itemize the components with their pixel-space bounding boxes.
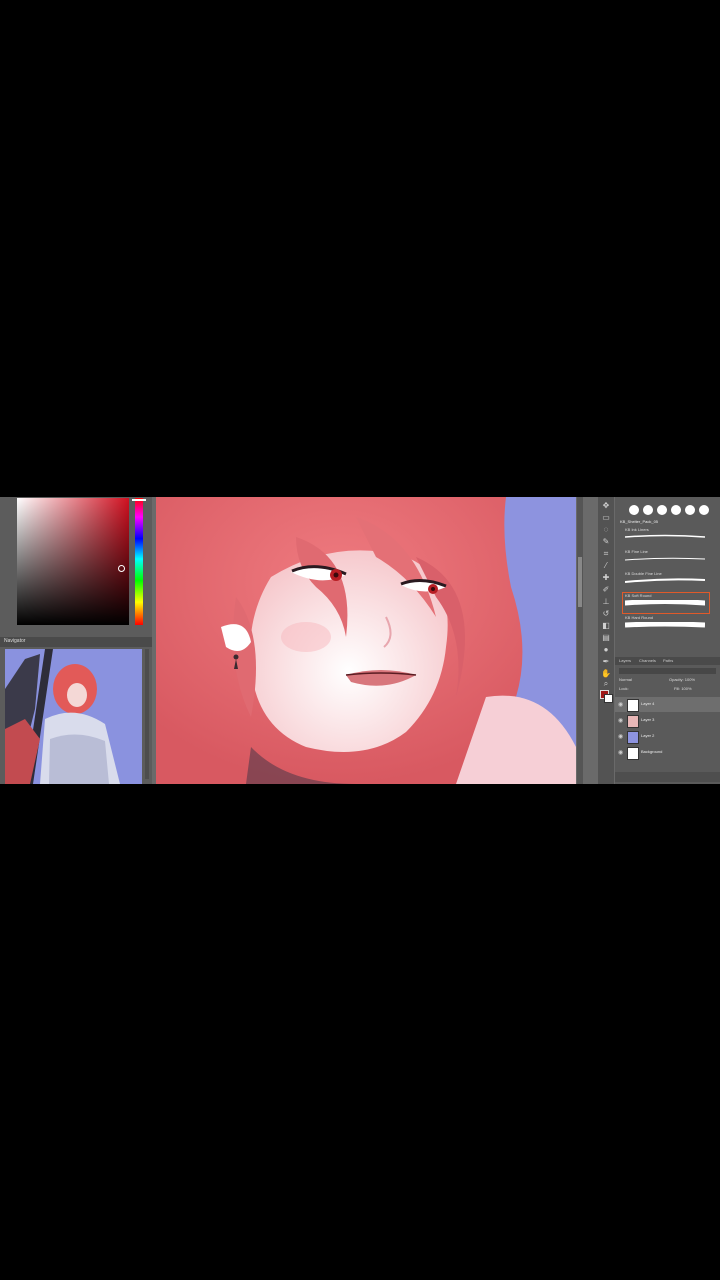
hue-slider[interactable] — [135, 498, 143, 625]
fill-field[interactable]: Fill: 100% — [674, 686, 692, 691]
document-canvas[interactable] — [156, 497, 576, 784]
history-brush-icon[interactable]: ↺ — [601, 609, 611, 619]
brush-preset-1[interactable] — [629, 505, 639, 515]
healing-icon[interactable]: ✚ — [601, 573, 611, 583]
brush-preset-2[interactable] — [643, 505, 653, 515]
brush-name: KB Double Fine Line — [625, 571, 662, 576]
color-cursor[interactable] — [118, 565, 125, 572]
right-panel: KB_Shelter_Pack_05 KB Ink Liners KB Fine… — [615, 497, 720, 784]
tab-channels[interactable]: Channels — [639, 658, 656, 663]
canvas-scrollbar[interactable] — [577, 497, 583, 784]
layer-thumbnail — [627, 747, 639, 760]
brush-preset-6[interactable] — [699, 505, 709, 515]
layer-row[interactable]: ◉ Layer 4 — [615, 697, 720, 712]
brush-name: KB Soft Round — [625, 593, 652, 598]
brush-stroke-preview — [625, 622, 705, 628]
eye-icon[interactable]: ◉ — [618, 733, 623, 740]
marquee-icon[interactable]: ▭ — [601, 513, 611, 523]
photoshop-window: Navigator ✥ ▭ ◌ ✎ ⌗ ⁄ ✚ ✐ ⊥ ↺ ◧ ▤ ● ✒ ✋ … — [0, 497, 720, 784]
left-panel: Navigator — [0, 497, 152, 784]
move-icon[interactable]: ✥ — [601, 501, 611, 511]
layer-row[interactable]: ◉ Layer 3 — [615, 713, 720, 728]
blend-row: Normal Opacity: 100% — [619, 677, 716, 683]
eyedropper-icon[interactable]: ⁄ — [601, 561, 611, 571]
gradient-icon[interactable]: ▤ — [601, 633, 611, 643]
eye-icon[interactable]: ◉ — [618, 749, 623, 756]
brush-name: KB Ink Liners — [625, 527, 649, 532]
layer-name: Layer 4 — [641, 701, 655, 706]
layer-thumbnail — [627, 715, 639, 728]
eye-icon[interactable]: ◉ — [618, 717, 623, 724]
layer-list: ◉ Layer 4 ◉ Layer 3 ◉ Layer 2 ◉ Backgrou… — [615, 697, 720, 767]
crop-icon[interactable]: ⌗ — [601, 549, 611, 559]
background-color-swatch[interactable] — [604, 694, 613, 703]
brush-list: KB Ink Liners KB Fine Line KB Double Fin… — [622, 527, 710, 652]
brush-stroke-preview — [625, 534, 705, 538]
hue-marker[interactable] — [132, 499, 146, 501]
hand-icon[interactable]: ✋ — [601, 669, 611, 679]
brush-item[interactable]: KB Double Fine Line — [623, 571, 709, 591]
stamp-icon[interactable]: ⊥ — [601, 597, 611, 607]
layer-filter-bar[interactable] — [619, 668, 716, 674]
brush-icon[interactable]: ✐ — [601, 585, 611, 595]
brush-stroke-preview — [625, 578, 705, 583]
layers-tabs: Layers Channels Paths — [615, 657, 720, 665]
tools-toolbar: ✥ ▭ ◌ ✎ ⌗ ⁄ ✚ ✐ ⊥ ↺ ◧ ▤ ● ✒ ✋ ⌕ — [598, 497, 614, 784]
color-saturation-field[interactable] — [17, 498, 129, 625]
brush-preset-4[interactable] — [671, 505, 681, 515]
layer-name: Background — [641, 749, 663, 754]
tab-paths[interactable]: Paths — [663, 658, 673, 663]
brush-item[interactable]: KB Hard Round — [623, 615, 709, 635]
layer-name: Layer 3 — [641, 717, 655, 722]
brush-folder-label[interactable]: KB_Shelter_Pack_05 — [620, 519, 658, 524]
lock-label: Lock: — [619, 686, 629, 691]
blur-icon[interactable]: ● — [601, 645, 611, 655]
brush-item[interactable]: KB Fine Line — [623, 549, 709, 569]
brush-preset-5[interactable] — [685, 505, 695, 515]
blend-mode-select[interactable]: Normal — [619, 677, 632, 682]
navigator-header: Navigator — [0, 637, 152, 647]
layer-thumbnail — [627, 731, 639, 744]
brush-stroke-preview — [625, 600, 705, 606]
lock-row: Lock: Fill: 100% — [619, 686, 716, 692]
layer-thumbnail — [627, 699, 639, 712]
brush-item-selected[interactable]: KB Soft Round — [622, 592, 710, 614]
brush-name: KB Hard Round — [625, 615, 654, 620]
zoom-icon[interactable]: ⌕ — [601, 679, 611, 689]
navigator-title: Navigator — [4, 638, 26, 644]
pen-icon[interactable]: ✒ — [601, 657, 611, 667]
quick-select-icon[interactable]: ✎ — [601, 537, 611, 547]
eye-icon[interactable]: ◉ — [618, 701, 623, 708]
navigator-scrollbar[interactable] — [145, 649, 149, 779]
opacity-field[interactable]: Opacity: 100% — [669, 677, 695, 682]
tab-layers[interactable]: Layers — [619, 658, 631, 663]
canvas-scrollbar-thumb[interactable] — [578, 557, 582, 607]
layer-name: Layer 2 — [641, 733, 655, 738]
brush-stroke-preview — [625, 557, 705, 561]
navigator-preview-image — [5, 649, 142, 784]
brush-item[interactable]: KB Ink Liners — [623, 527, 709, 547]
layer-row[interactable]: ◉ Background — [615, 745, 720, 760]
navigator-thumbnail[interactable] — [5, 649, 142, 784]
layer-row[interactable]: ◉ Layer 2 — [615, 729, 720, 744]
painting-artwork — [156, 497, 576, 784]
brush-preset-3[interactable] — [657, 505, 667, 515]
lasso-icon[interactable]: ◌ — [601, 525, 611, 535]
brush-preset-row — [619, 500, 717, 520]
eraser-icon[interactable]: ◧ — [601, 621, 611, 631]
brush-name: KB Fine Line — [625, 549, 648, 554]
layers-footer-toolbar[interactable] — [615, 772, 720, 782]
